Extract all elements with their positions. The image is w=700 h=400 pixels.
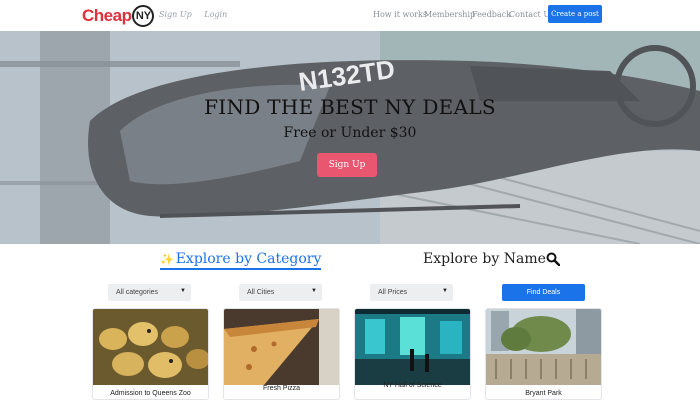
deal-card-image-ducklings [93, 309, 208, 385]
create-post-button[interactable]: Create a post [548, 5, 602, 23]
tab-explore-by-category-label: Explore by Category [175, 251, 322, 267]
find-deals-button[interactable]: Find Deals [502, 284, 585, 301]
chevron-down-icon: ▼ [442, 288, 448, 294]
price-select-value: All Prices [378, 289, 408, 296]
tab-explore-by-category[interactable]: ✨ Explore by Category [160, 251, 322, 270]
deal-card[interactable]: Bryant Park [485, 308, 602, 400]
hero-subtitle: Free or Under $30 [283, 125, 417, 141]
deal-card[interactable]: NY Hall of Science [354, 308, 471, 400]
site-logo[interactable]: Cheap NY [82, 3, 155, 29]
deal-card-title: NY Hall of Science [383, 382, 442, 389]
logo-badge: NY [132, 5, 155, 27]
chevron-down-icon: ▼ [311, 288, 317, 294]
nav-membership-link[interactable]: Membership [424, 10, 475, 19]
chevron-down-icon: ▼ [180, 288, 186, 294]
nav-feedback-link[interactable]: Feedback [472, 10, 511, 19]
tab-explore-by-name[interactable]: Explore by Name [423, 251, 560, 267]
hero-banner: N132TD FIND THE BEST NY DEALS Free or Un… [0, 31, 700, 244]
nav-signup-link[interactable]: Sign Up [159, 10, 192, 19]
deal-card-title: Bryant Park [525, 390, 562, 397]
deal-card-image-pizza [224, 309, 339, 385]
category-select[interactable]: All categories ▼ [108, 284, 191, 301]
city-select[interactable]: All Cities ▼ [239, 284, 322, 301]
hero-title: FIND THE BEST NY DEALS [204, 95, 496, 119]
auth-links: Sign Up Login [159, 10, 237, 19]
tab-explore-by-name-label: Explore by Name [423, 251, 546, 267]
deal-card-image-bryant-park [486, 309, 601, 385]
deal-card-title: Fresh Pizza [263, 385, 300, 392]
nav-login-link[interactable]: Login [204, 10, 227, 19]
price-select[interactable]: All Prices ▼ [370, 284, 453, 301]
sparkle-icon: ✨ [160, 252, 174, 266]
search-icon [546, 252, 560, 266]
logo-text: Cheap [82, 6, 132, 25]
deal-card[interactable]: Admission to Queens Zoo [92, 308, 209, 400]
category-select-value: All categories [116, 289, 159, 296]
hero-signup-button[interactable]: Sign Up [317, 153, 377, 177]
top-navbar: Cheap NY Sign Up Login How it works Memb… [0, 0, 700, 31]
deal-card-title: Admission to Queens Zoo [110, 390, 191, 397]
city-select-value: All Cities [247, 289, 275, 296]
deal-card-image-hall-of-science [355, 309, 470, 385]
nav-how-it-works-link[interactable]: How it works [373, 10, 427, 19]
deal-card[interactable]: Fresh Pizza [223, 308, 340, 400]
